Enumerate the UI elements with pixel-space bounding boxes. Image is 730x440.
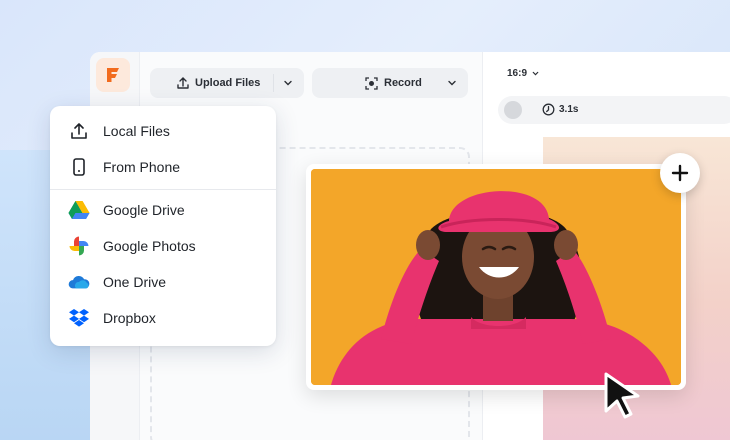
- button-divider: [273, 74, 274, 92]
- menu-item-google-photos[interactable]: Google Photos: [50, 228, 276, 264]
- dropbox-icon: [68, 307, 90, 329]
- logo-icon: [107, 68, 119, 82]
- clip-duration: 3.1s: [542, 103, 578, 116]
- menu-item-google-drive[interactable]: Google Drive: [50, 192, 276, 228]
- menu-item-label: From Phone: [103, 159, 181, 175]
- onedrive-icon: [68, 271, 90, 293]
- menu-item-label: Dropbox: [103, 310, 156, 326]
- google-drive-icon: [68, 199, 90, 221]
- app-logo[interactable]: [96, 58, 130, 92]
- record-label: Record: [384, 77, 422, 89]
- chevron-down-icon[interactable]: [446, 77, 458, 89]
- chevron-down-icon[interactable]: [282, 77, 294, 89]
- menu-item-from-phone[interactable]: From Phone: [50, 149, 276, 185]
- upload-source-menu: Local Files From Phone Google Drive Goog…: [50, 106, 276, 346]
- phone-icon: [68, 156, 90, 178]
- upload-icon: [68, 120, 90, 142]
- upload-files-label: Upload Files: [195, 77, 261, 89]
- clip-duration-value: 3.1s: [559, 104, 579, 115]
- clock-icon: [542, 103, 555, 116]
- upload-icon: [177, 77, 189, 89]
- menu-item-label: Google Photos: [103, 238, 196, 254]
- aspect-ratio-select[interactable]: 16:9: [507, 68, 540, 79]
- google-photos-icon: [68, 235, 90, 257]
- chevron-down-icon: [532, 71, 539, 76]
- clip-bar[interactable]: 3.1s: [498, 96, 730, 124]
- menu-item-label: Local Files: [103, 123, 170, 139]
- record-button[interactable]: Record: [312, 68, 468, 98]
- menu-divider: [50, 189, 276, 190]
- menu-item-dropbox[interactable]: Dropbox: [50, 300, 276, 336]
- upload-files-button[interactable]: Upload Files: [150, 68, 304, 98]
- record-icon: [365, 76, 378, 90]
- media-thumbnail-card[interactable]: [306, 164, 686, 390]
- photo-illustration: [311, 169, 681, 385]
- aspect-ratio-value: 16:9: [507, 68, 528, 79]
- menu-item-label: Google Drive: [103, 202, 185, 218]
- menu-item-onedrive[interactable]: One Drive: [50, 264, 276, 300]
- clip-thumbnail: [504, 101, 522, 119]
- add-button[interactable]: [660, 153, 700, 193]
- menu-item-local-files[interactable]: Local Files: [50, 113, 276, 149]
- menu-item-label: One Drive: [103, 274, 167, 290]
- plus-icon: [671, 164, 689, 182]
- mouse-cursor-icon: [604, 372, 640, 419]
- woman-photo: [311, 169, 681, 385]
